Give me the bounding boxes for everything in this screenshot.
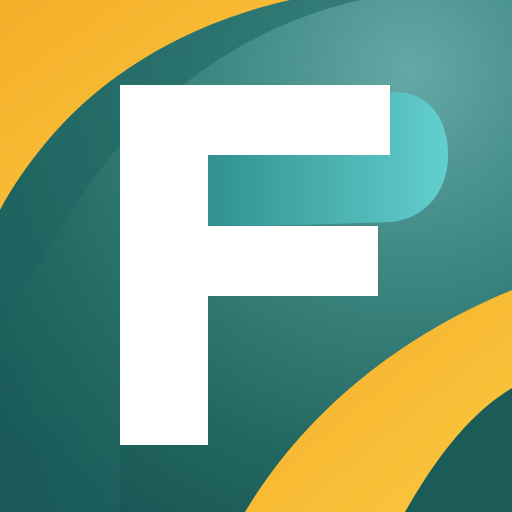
app-icon-artwork: [0, 0, 512, 512]
app-icon[interactable]: [0, 0, 512, 512]
